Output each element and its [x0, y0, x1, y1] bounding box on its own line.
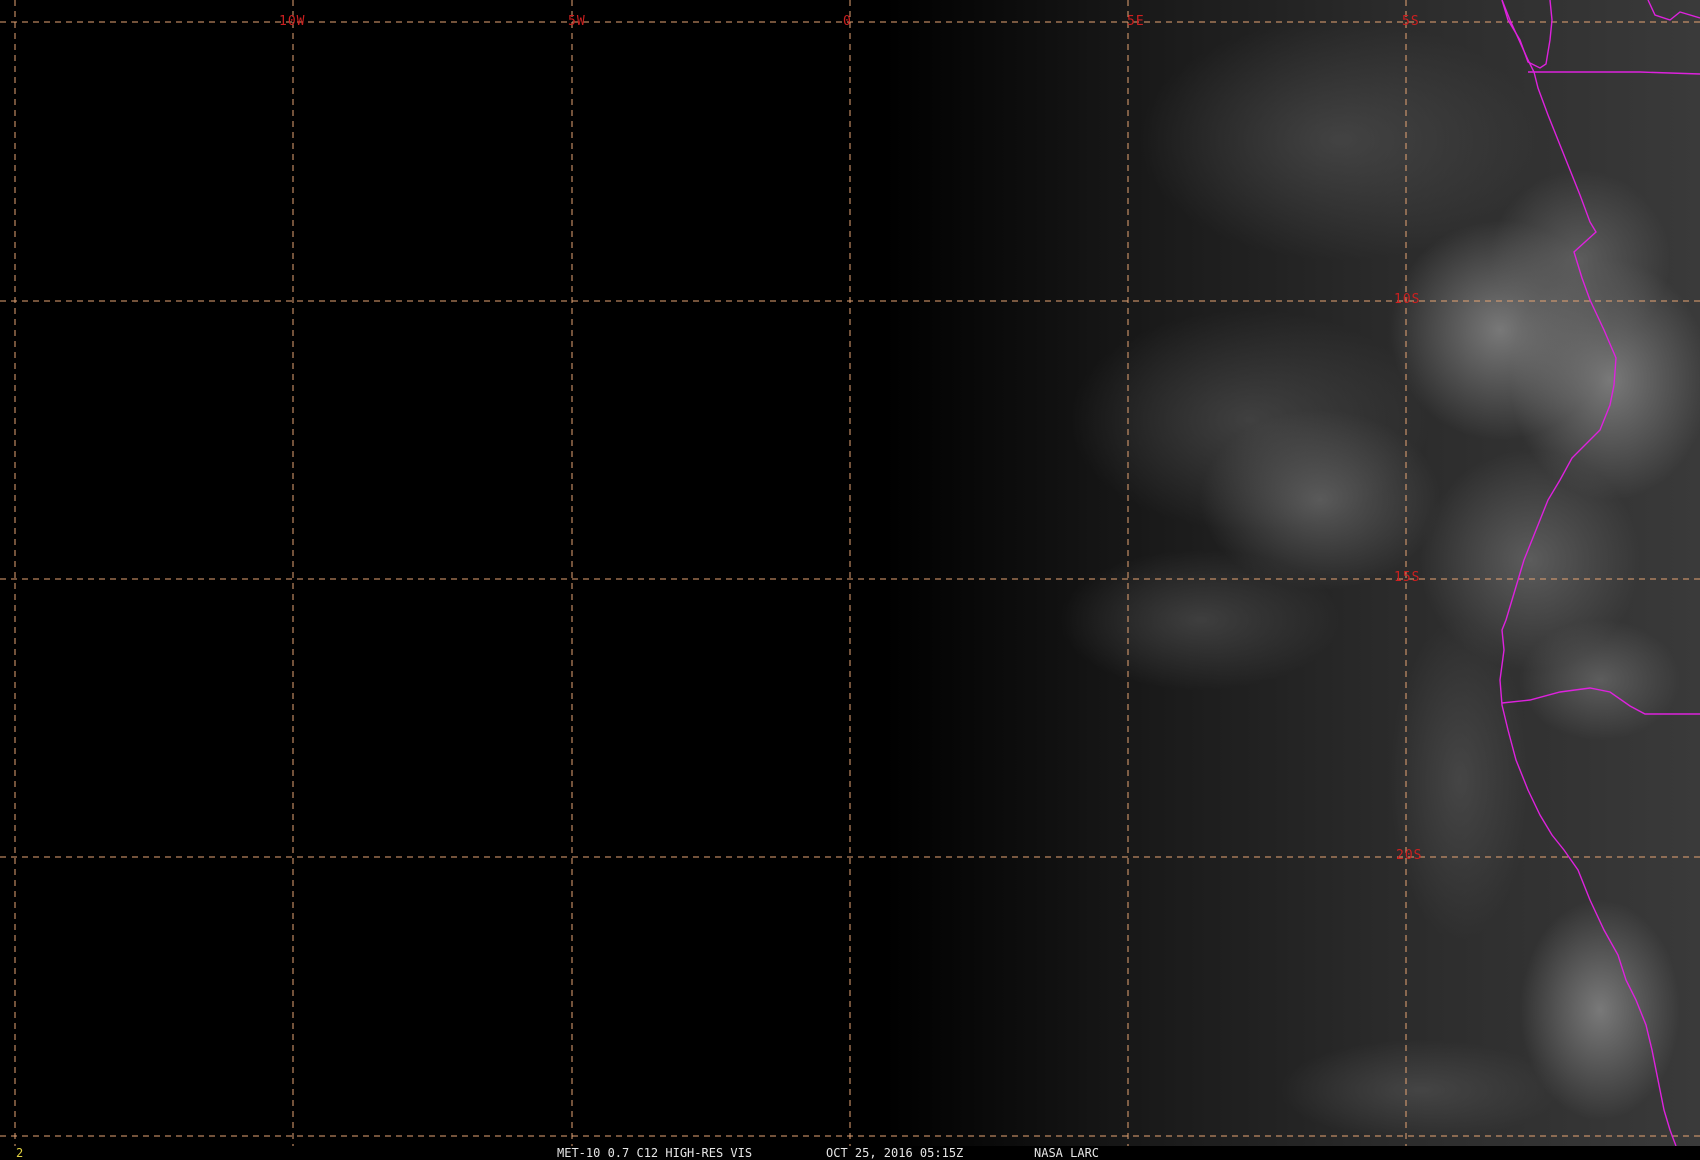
product-name: MET-10 0.7 C12 HIGH-RES VIS	[557, 1146, 753, 1160]
latitude-label: 15S	[1394, 570, 1421, 585]
satellite-imagery[interactable]	[0, 0, 1700, 1146]
longitude-label: 5E	[1127, 14, 1145, 29]
longitude-label: 0	[843, 14, 852, 29]
satellite-map-viewer[interactable]: 10W 5W 0 5E 5S 10S 15S 20S 2 MET-10 0.7 C12 HIG…	[0, 0, 1700, 1160]
image-timestamp: OCT 25, 2016 05:15Z	[826, 1146, 964, 1160]
latitude-label: 20S	[1396, 848, 1423, 863]
latitude-label: 5S	[1402, 14, 1420, 29]
latitude-label: 10S	[1394, 292, 1421, 307]
data-source: NASA LARC	[1034, 1146, 1100, 1160]
image-caption-bar: 2 MET-10 0.7 C12 HIGH-RES VIS OCT 25, 20…	[0, 1146, 1700, 1160]
frame-number: 2	[16, 1146, 24, 1160]
longitude-label: 10W	[279, 14, 306, 29]
longitude-label: 5W	[568, 14, 586, 29]
